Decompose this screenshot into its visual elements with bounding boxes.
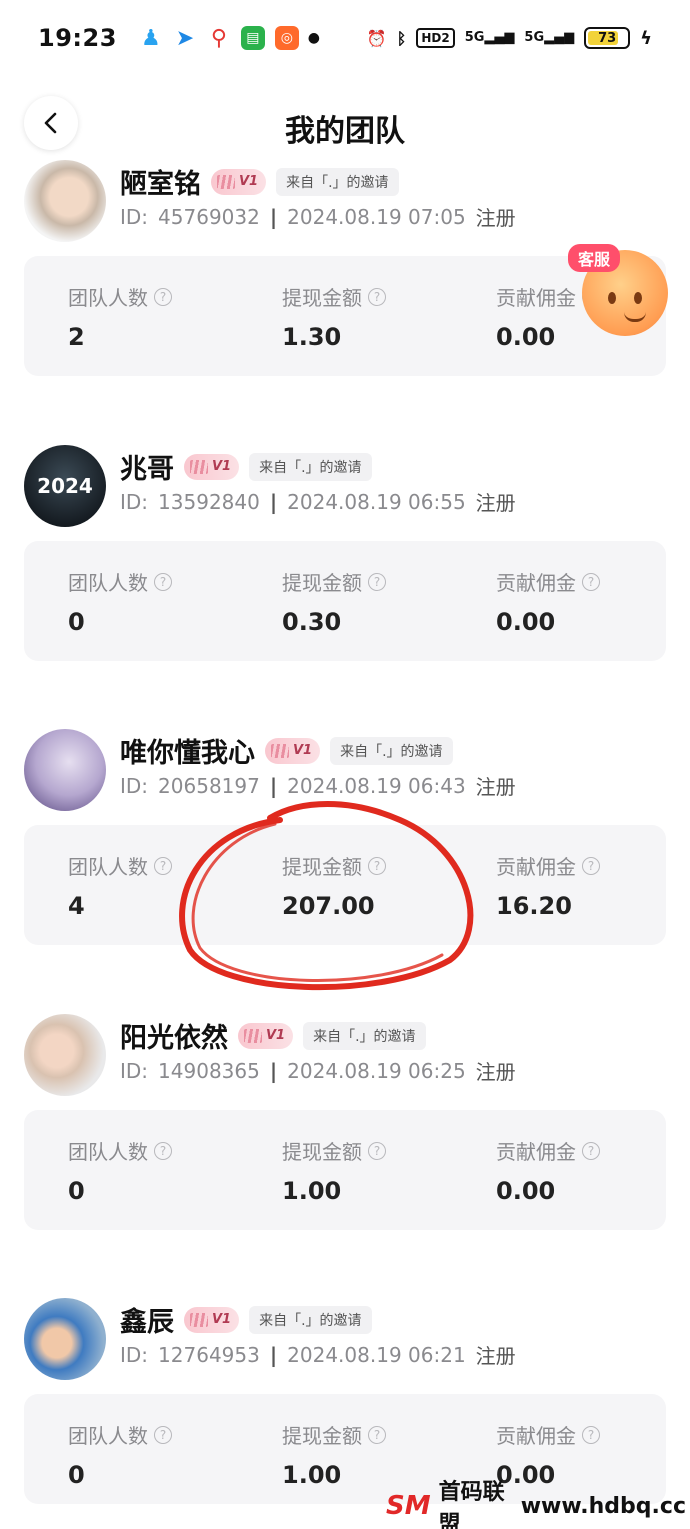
help-icon[interactable]: ? [368, 1141, 386, 1160]
watermark: SM 首码联盟 www.hdbq.cc [386, 1480, 686, 1529]
system-icons: ⏰ ᛒ HD2 5G▂▄▆ 5G▂▄▆ 73 ϟ [367, 27, 652, 49]
register-time: 2024.08.19 06:55 [287, 489, 466, 514]
member-card[interactable]: 唯你懂我心 V1 来自「.」的邀请 ID: 20658197 | 2024.08.… [0, 729, 690, 963]
help-icon[interactable]: ? [582, 1141, 600, 1160]
team-count-value: 0 [68, 1461, 85, 1489]
withdraw-value: 1.00 [282, 1461, 342, 1489]
commission-value: 16.20 [496, 892, 572, 920]
app-icon: ◎ [274, 26, 299, 50]
help-icon[interactable]: ? [368, 1425, 386, 1444]
map-pin-icon: ⚲ [210, 25, 227, 51]
member-name: 阳光依然 [120, 1023, 228, 1054]
help-icon[interactable]: ? [582, 572, 600, 591]
help-icon[interactable]: ? [154, 572, 172, 591]
register-time: 2024.08.19 06:43 [287, 773, 466, 798]
avatar [24, 160, 106, 242]
register-time: 2024.08.19 06:21 [287, 1342, 466, 1367]
level-badge: V1 [238, 1022, 294, 1049]
avatar [24, 1298, 106, 1380]
signal-icon: 5G▂▄▆ [464, 30, 515, 45]
member-stats: 团队人数? 0 提现金额? 1.00 贡献佣金? 0.00 [24, 1110, 666, 1230]
level-badge: V1 [184, 453, 240, 480]
watermark-logo: SM [386, 1491, 431, 1521]
level-badge: V1 [265, 737, 321, 764]
notification-icons: ♟ ➤ ⚲ ▤ ◎ ● [139, 25, 321, 51]
member-name: 陋室铭 [120, 169, 201, 200]
commission-value: 0.00 [496, 1177, 556, 1205]
help-icon[interactable]: ? [154, 287, 172, 306]
page-title: 我的团队 [285, 114, 405, 149]
team-count-value: 0 [68, 608, 85, 636]
help-icon[interactable]: ? [368, 287, 386, 306]
status-bar: 19:23 ♟ ➤ ⚲ ▤ ◎ ● ⏰ ᛒ HD2 5G▂▄▆ 5G▂▄▆ 73… [0, 0, 690, 76]
invite-tag: 来自「.」的邀请 [276, 167, 399, 196]
invite-tag: 来自「.」的邀请 [249, 1305, 372, 1334]
team-count-value: 4 [68, 892, 85, 920]
help-icon[interactable]: ? [154, 1425, 172, 1444]
invite-tag: 来自「.」的邀请 [330, 736, 453, 765]
hd-icon: HD2 [416, 28, 455, 48]
avatar [24, 1014, 106, 1096]
help-icon[interactable]: ? [368, 856, 386, 875]
member-meta: ID: 45769032 | 2024.08.19 07:05 注册 [120, 204, 516, 231]
member-id: 13592840 [158, 489, 260, 514]
watermark-url: www.hdbq.cc [520, 1493, 686, 1519]
member-id: 14908365 [158, 1058, 260, 1083]
team-count-value: 0 [68, 1177, 85, 1205]
withdraw-value: 0.30 [282, 608, 342, 636]
member-name: 唯你懂我心 [120, 738, 255, 769]
level-badge: V1 [211, 168, 267, 195]
member-id: 45769032 [158, 204, 260, 229]
alarm-icon: ⏰ [366, 28, 387, 48]
member-id: 20658197 [158, 773, 260, 798]
register-time: 2024.08.19 06:25 [287, 1058, 466, 1083]
member-id: 12764953 [158, 1342, 260, 1367]
member-card[interactable]: 2024 兆哥 V1 来自「.」的邀请 ID: 13592840 | 2024.0… [0, 445, 690, 679]
withdraw-value: 1.00 [282, 1177, 342, 1205]
arrow-icon: ➤ [175, 25, 195, 51]
member-meta: ID: 20658197 | 2024.08.19 06:43 注册 [120, 773, 516, 800]
avatar [24, 729, 106, 811]
page-header: 我的团队 [0, 88, 690, 160]
status-time: 19:23 [38, 24, 117, 52]
signal-icon-2: 5G▂▄▆ [524, 30, 575, 45]
member-stats: 团队人数? 0 提现金额? 0.30 贡献佣金? 0.00 [24, 541, 666, 661]
customer-service-button[interactable]: 客服 [568, 238, 686, 336]
withdraw-value: 207.00 [282, 892, 375, 920]
member-stats: 团队人数? 4 提现金额? 207.00 贡献佣金? 16.20 [24, 825, 666, 945]
help-icon[interactable]: ? [154, 1141, 172, 1160]
team-count-value: 2 [68, 323, 85, 351]
member-meta: ID: 12764953 | 2024.08.19 06:21 注册 [120, 1342, 516, 1369]
register-time: 2024.08.19 07:05 [287, 204, 466, 229]
bluetooth-icon: ᛒ [396, 28, 407, 48]
member-meta: ID: 13592840 | 2024.08.19 06:55 注册 [120, 489, 516, 516]
help-icon[interactable]: ? [368, 572, 386, 591]
watermark-text: 首码联盟 [438, 1480, 505, 1529]
level-badge: V1 [184, 1306, 240, 1333]
dot-icon: ● [307, 30, 321, 46]
message-icon: ▤ [240, 26, 265, 50]
member-name: 鑫辰 [120, 1307, 174, 1338]
charging-icon: ϟ [640, 27, 652, 49]
member-meta: ID: 14908365 | 2024.08.19 06:25 注册 [120, 1058, 516, 1085]
qq-icon: ♟ [141, 25, 161, 51]
commission-value: 0.00 [496, 608, 556, 636]
help-icon[interactable]: ? [582, 1425, 600, 1444]
avatar: 2024 [24, 445, 106, 527]
battery-icon: 73 [584, 27, 631, 49]
customer-service-label: 客服 [568, 244, 621, 272]
invite-tag: 来自「.」的邀请 [303, 1021, 426, 1050]
invite-tag: 来自「.」的邀请 [249, 452, 372, 481]
withdraw-value: 1.30 [282, 323, 342, 351]
help-icon[interactable]: ? [154, 856, 172, 875]
member-card[interactable]: 阳光依然 V1 来自「.」的邀请 ID: 14908365 | 2024.08.1… [0, 1014, 690, 1248]
member-name: 兆哥 [120, 454, 174, 485]
help-icon[interactable]: ? [582, 856, 600, 875]
